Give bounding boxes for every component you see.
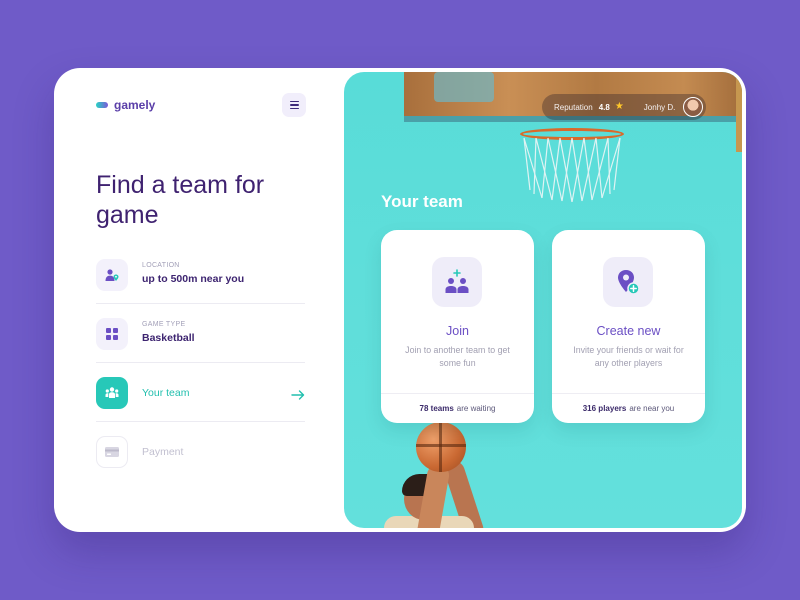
reputation-score: 4.8 [598, 102, 610, 112]
user-name: Jonhy D. [643, 102, 676, 112]
join-team-icon [432, 257, 482, 307]
section-title: Your team [381, 192, 463, 211]
reputation-label: Reputation [554, 102, 593, 112]
step-value: Basketball [142, 332, 195, 344]
step-caption: GAME TYPE [142, 321, 186, 328]
user-location-icon [96, 259, 128, 291]
card-footer: 316 players are near you [552, 393, 705, 423]
team-panel: Reputation 4.8 ★ Jonhy D. Your team Join… [344, 72, 742, 528]
card-footer: 78 teams are waiting [381, 393, 534, 423]
step-caption: LOCATION [142, 262, 180, 269]
star-icon: ★ [614, 101, 624, 112]
step-payment[interactable]: Payment [96, 425, 305, 481]
left-panel: gamely Find a team for game LOCATION up … [54, 68, 344, 532]
card-description: Join to another team to get some fun [405, 345, 510, 368]
create-team-card[interactable]: Create new Invite your friends or wait f… [552, 230, 705, 423]
step-location[interactable]: LOCATION up to 500m near you [96, 248, 305, 304]
join-team-card[interactable]: Join Join to another team to get some fu… [381, 230, 534, 423]
grid-icon [96, 318, 128, 350]
app-logo[interactable]: gamely [96, 98, 155, 112]
divider [96, 421, 305, 422]
divider [96, 303, 305, 304]
footer-count: 78 teams [419, 404, 454, 413]
step-game-type[interactable]: GAME TYPE Basketball [96, 307, 305, 363]
card-title: Create new [596, 324, 661, 338]
divider [96, 362, 305, 363]
profile-bar[interactable]: Reputation 4.8 ★ Jonhy D. [542, 94, 706, 120]
step-value: up to 500m near you [142, 273, 245, 285]
logo-mark-icon [96, 102, 108, 108]
step-value: Payment [142, 446, 184, 458]
basketball-image [416, 422, 466, 472]
hoop-net-image [523, 137, 621, 202]
footer-text: are waiting [456, 404, 496, 413]
app-name: gamely [114, 98, 156, 112]
step-your-team[interactable]: Your team [96, 366, 305, 422]
hamburger-icon [289, 100, 299, 103]
card-title: Join [446, 324, 469, 338]
page-title: Find a team for game [96, 171, 265, 229]
menu-button[interactable] [282, 93, 306, 117]
card-description: Invite your friends or wait for any othe… [573, 345, 684, 368]
location-add-icon [603, 257, 653, 307]
arrow-right-icon [291, 387, 305, 405]
footer-count: 316 players [582, 404, 627, 413]
team-icon [96, 377, 128, 409]
footer-text: are near you [629, 404, 675, 413]
card-icon [96, 436, 128, 468]
step-value: Your team [142, 387, 190, 399]
avatar[interactable] [683, 97, 703, 117]
main-card: gamely Find a team for game LOCATION up … [54, 68, 746, 532]
